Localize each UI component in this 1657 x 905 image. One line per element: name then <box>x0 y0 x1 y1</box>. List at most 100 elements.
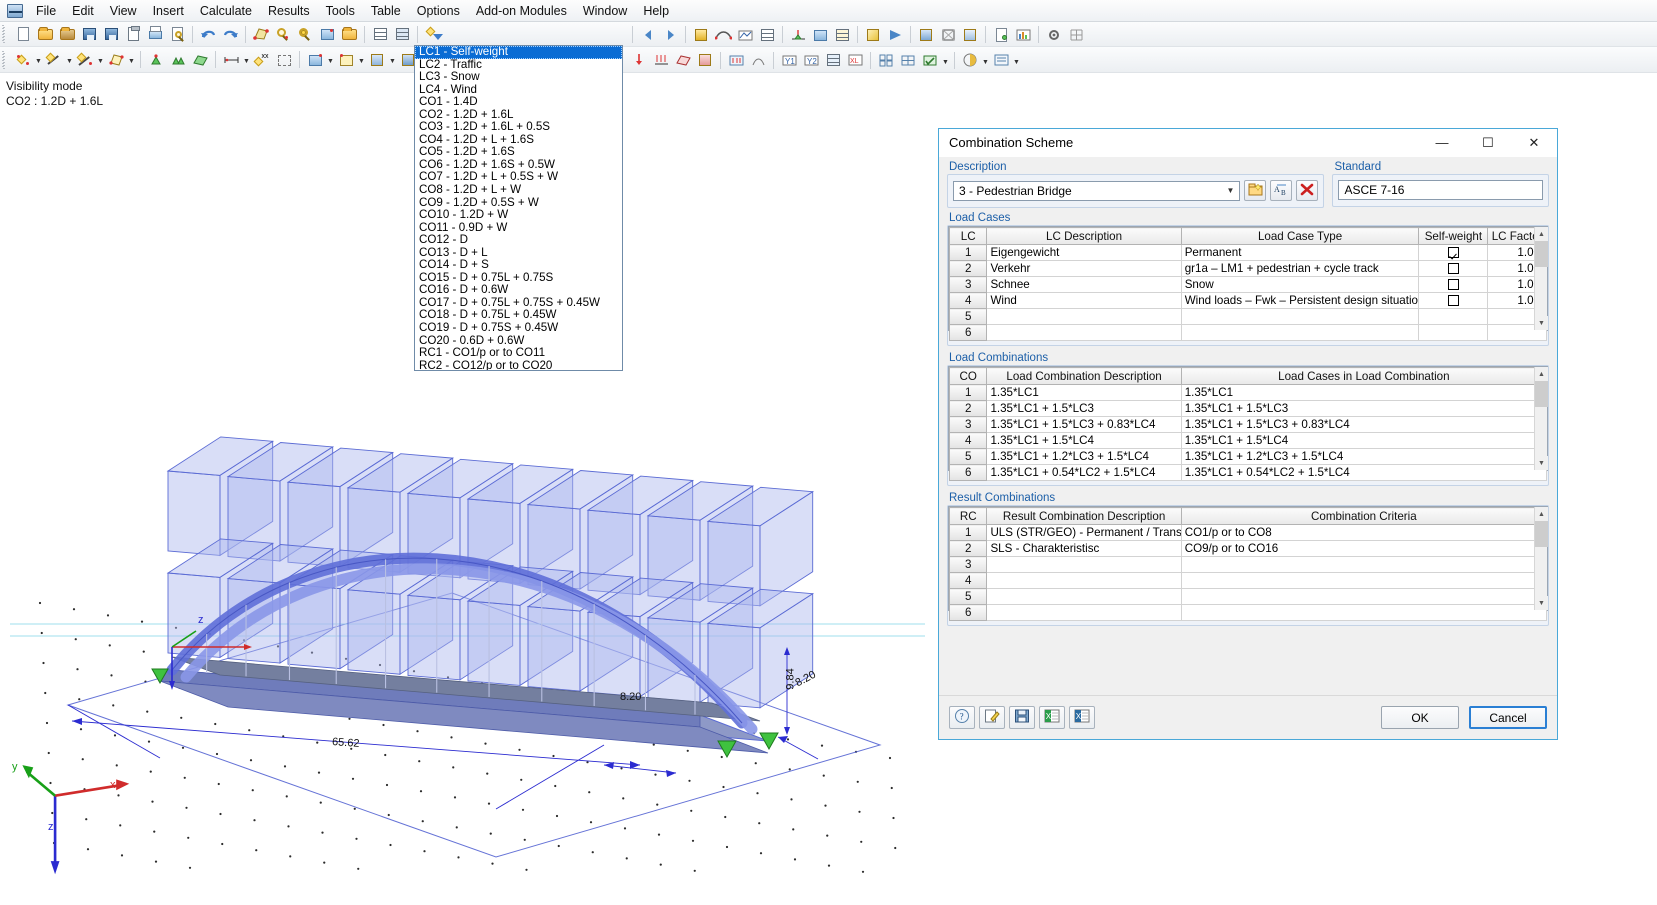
render-quality-icon[interactable] <box>915 24 937 45</box>
load-solid-icon[interactable] <box>694 50 716 71</box>
print-icon[interactable] <box>144 24 166 45</box>
menu-results[interactable]: Results <box>260 2 318 20</box>
result-sections-2-icon[interactable]: Y2 <box>800 50 822 71</box>
menu-window[interactable]: Window <box>575 2 635 20</box>
table-view-icon[interactable] <box>369 24 391 45</box>
undo-icon[interactable] <box>197 24 219 45</box>
load-member-icon[interactable] <box>650 50 672 71</box>
column-header[interactable]: Self-weight <box>1419 228 1488 245</box>
zoom-region-icon[interactable] <box>272 24 294 45</box>
new-file-icon[interactable] <box>12 24 34 45</box>
load-case-dropdown-list[interactable]: LC1 - Self-weightLC2 - TrafficLC3 - Snow… <box>414 45 623 371</box>
menu-view[interactable]: View <box>102 2 145 20</box>
co-load-cases-cell[interactable]: 1.35*LC1 + 1.5*LC3 + 0.83*LC4 <box>1181 417 1546 433</box>
scroll-down-icon[interactable]: ▼ <box>1535 316 1548 330</box>
rc-description-cell[interactable] <box>987 589 1181 605</box>
scrollbar-thumb[interactable] <box>1535 521 1548 547</box>
dialog-titlebar[interactable]: Combination Scheme — ☐ ✕ <box>939 129 1557 157</box>
load-combinations-table[interactable]: COLoad Combination DescriptionLoad Cases… <box>948 366 1548 471</box>
grid-snap-icon[interactable] <box>1065 24 1087 45</box>
wireframe-icon[interactable] <box>937 24 959 45</box>
co-description-cell[interactable]: 1.35*LC1 + 0.54*LC2 + 1.5*LC4 <box>987 465 1181 481</box>
dropdown-item[interactable]: CO14 - D + S <box>415 259 622 272</box>
self-weight-cell[interactable] <box>1419 261 1488 277</box>
result-combinations-scrollbar[interactable]: ▲ ▼ <box>1534 507 1547 610</box>
rc-criteria-cell[interactable] <box>1181 605 1546 621</box>
self-weight-cell[interactable] <box>1419 277 1488 293</box>
new-scheme-button[interactable] <box>1244 180 1266 201</box>
surface-set-dropdown[interactable]: ▼ <box>357 49 366 70</box>
load-case-type-cell[interactable]: Permanent <box>1181 245 1419 261</box>
results-table-icon[interactable] <box>756 24 778 45</box>
zoom-all-icon[interactable] <box>294 24 316 45</box>
dropdown-item[interactable]: CO12 - D <box>415 234 622 247</box>
selection-rect-icon[interactable] <box>273 49 295 70</box>
insert-member-dropdown[interactable]: ▼ <box>96 49 105 70</box>
column-header[interactable]: Combination Criteria <box>1181 508 1546 525</box>
display-properties-dropdown[interactable]: ▼ <box>1012 50 1021 71</box>
diagram-icon[interactable] <box>734 24 756 45</box>
save-icon[interactable] <box>100 24 122 45</box>
imperfection-icon[interactable] <box>747 50 769 71</box>
result-values-icon[interactable] <box>831 24 853 45</box>
support-forces-icon[interactable] <box>787 24 809 45</box>
insert-surface-support-icon[interactable] <box>189 49 211 70</box>
insert-line-dropdown[interactable]: ▼ <box>65 49 74 70</box>
mesh-icon[interactable] <box>875 50 897 71</box>
table-row[interactable]: 2Verkehrgr1a – LM1 + pedestrian + cycle … <box>950 261 1547 277</box>
open-recent-icon[interactable] <box>78 24 100 45</box>
load-combinations-scrollbar[interactable]: ▲ ▼ <box>1534 367 1547 470</box>
rc-description-cell[interactable]: SLS - Charakteristisc <box>987 541 1181 557</box>
settings-icon[interactable] <box>1043 24 1065 45</box>
column-header[interactable]: CO <box>950 368 987 385</box>
rc-description-cell[interactable] <box>987 573 1181 589</box>
save-button[interactable] <box>1009 706 1035 729</box>
co-load-cases-cell[interactable]: 1.35*LC1 <box>1181 385 1546 401</box>
rc-description-cell[interactable]: ULS (STR/GEO) - Permanent / Transi <box>987 525 1181 541</box>
self-weight-cell[interactable] <box>1419 309 1488 325</box>
table-row[interactable]: 3 <box>950 557 1547 573</box>
scrollbar-thumb[interactable] <box>1535 381 1548 407</box>
menu-file[interactable]: File <box>28 2 64 20</box>
menu-table[interactable]: Table <box>363 2 409 20</box>
load-case-type-cell[interactable] <box>1181 309 1419 325</box>
lc-description-cell[interactable]: Wind <box>987 293 1181 309</box>
column-header[interactable]: RC <box>950 508 987 525</box>
scroll-down-icon[interactable]: ▼ <box>1535 456 1548 470</box>
printout-report-icon[interactable] <box>990 24 1012 45</box>
rename-scheme-button[interactable]: AB <box>1270 180 1292 201</box>
rc-criteria-cell[interactable] <box>1181 557 1546 573</box>
dropdown-item[interactable]: RC1 - CO1/p or to CO11 <box>415 347 622 360</box>
insert-line-icon[interactable] <box>43 49 65 70</box>
delete-scheme-button[interactable] <box>1296 180 1318 201</box>
load-case-type-cell[interactable]: Wind loads – Fwk – Persistent design sit… <box>1181 293 1419 309</box>
dropdown-item[interactable]: LC3 - Snow <box>415 71 622 84</box>
lc-description-cell[interactable]: Schnee <box>987 277 1181 293</box>
rc-criteria-cell[interactable]: CO9/p or to CO16 <box>1181 541 1546 557</box>
column-header[interactable]: Load Cases in Load Combination <box>1181 368 1546 385</box>
load-cases-table[interactable]: LCLC DescriptionLoad Case TypeSelf-weigh… <box>948 226 1548 331</box>
insert-node-icon[interactable] <box>12 49 34 70</box>
import-excel-button[interactable]: X <box>1069 706 1095 729</box>
table-row[interactable]: 3SchneeSnow1.00 <box>950 277 1547 293</box>
maximize-button[interactable]: ☐ <box>1465 129 1511 156</box>
open-file-icon[interactable] <box>34 24 56 45</box>
table-row[interactable]: 4 <box>950 573 1547 589</box>
column-header[interactable]: Result Combination Description <box>987 508 1181 525</box>
insert-surface-dropdown[interactable]: ▼ <box>127 49 136 70</box>
load-case-select-icon[interactable] <box>422 24 444 45</box>
scrollbar-thumb[interactable] <box>1535 241 1548 267</box>
table-row[interactable]: 11.35*LC11.35*LC1 <box>950 385 1547 401</box>
table-grid-icon[interactable] <box>391 24 413 45</box>
mesh-quality-icon[interactable] <box>919 50 941 71</box>
load-case-type-cell[interactable] <box>1181 325 1419 341</box>
scroll-up-icon[interactable]: ▲ <box>1535 227 1548 241</box>
insert-surface-icon[interactable] <box>105 49 127 70</box>
dropdown-item[interactable]: CO1 - 1.4D <box>415 96 622 109</box>
checkbox[interactable] <box>1448 247 1459 258</box>
dropdown-item[interactable]: RC2 - CO12/p or to CO20 <box>415 360 622 371</box>
animate-icon[interactable] <box>884 24 906 45</box>
column-header[interactable]: LC Description <box>987 228 1181 245</box>
member-set-icon[interactable] <box>304 49 326 70</box>
co-load-cases-cell[interactable]: 1.35*LC1 + 1.5*LC3 <box>1181 401 1546 417</box>
